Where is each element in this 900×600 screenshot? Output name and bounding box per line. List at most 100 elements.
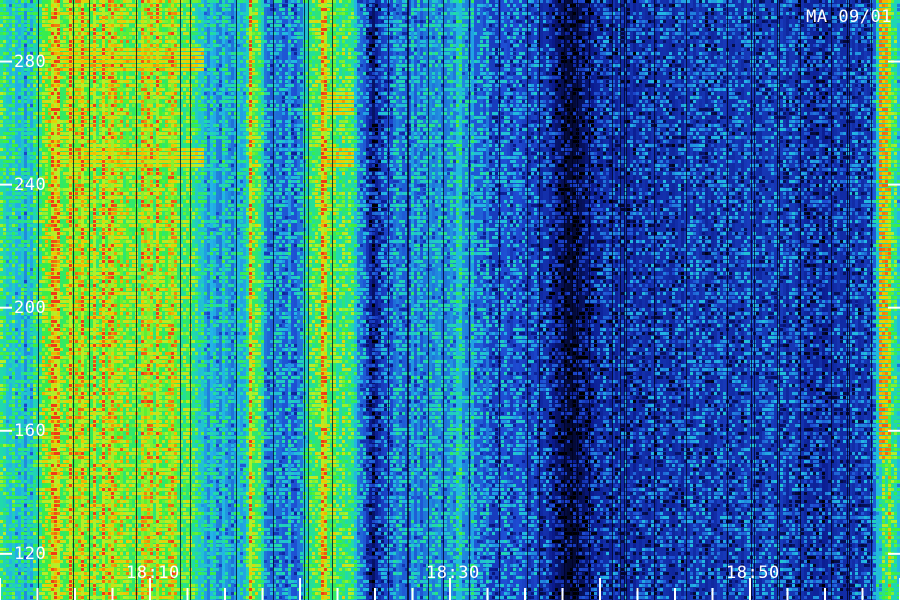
- spectrogram-cell: [6, 340, 9, 343]
- spectrogram-cell: [9, 360, 12, 363]
- spectrogram-cell: [6, 388, 9, 391]
- spectrogram-cell: [6, 40, 9, 43]
- spectrogram-cell: [54, 12, 57, 15]
- spectrogram-cell: [33, 248, 36, 251]
- spectrogram-cell: [6, 324, 9, 327]
- spectrogram-cell: [6, 196, 9, 199]
- spectrogram-cell: [42, 496, 45, 499]
- spectrogram-cell: [51, 412, 54, 415]
- spectrogram-cell: [9, 20, 12, 23]
- spectrogram-cell: [51, 372, 54, 375]
- spectrogram-cell: [48, 144, 51, 147]
- spectrogram-cell: [24, 24, 27, 27]
- spectrogram-cell: [45, 520, 48, 523]
- spectrogram-cell: [54, 196, 57, 199]
- spectrogram-cell: [48, 320, 51, 323]
- spectrogram-cell: [6, 548, 9, 551]
- spectrogram-cell: [27, 408, 30, 411]
- spectrogram-cell: [42, 456, 45, 459]
- spectrogram-cell: [6, 140, 9, 143]
- spectrogram-cell: [30, 212, 33, 215]
- spectrogram-cell: [3, 276, 6, 279]
- spectrogram-cell: [18, 4, 21, 7]
- spectrogram-cell: [9, 340, 12, 343]
- spectrogram-cell: [3, 444, 6, 447]
- spectrogram-cell: [9, 120, 12, 123]
- spectrogram-cell: [45, 392, 48, 395]
- spectrogram-cell: [39, 44, 42, 47]
- spectrogram-cell: [51, 200, 54, 203]
- spectrogram-cell: [0, 260, 3, 263]
- spectrogram-cell: [12, 480, 15, 483]
- spectrogram-cell: [54, 100, 57, 103]
- spectrogram-cell: [42, 236, 45, 239]
- spectrogram-cell: [24, 528, 27, 531]
- spectrogram-cell: [6, 16, 9, 19]
- spectrogram-cell: [18, 588, 21, 591]
- spectrogram-cell: [51, 16, 54, 19]
- spectrogram-cell: [54, 112, 57, 115]
- spectrogram-cell: [12, 596, 15, 599]
- spectrogram-cell: [6, 328, 9, 331]
- spectrogram-cell: [42, 492, 45, 495]
- spectrogram-cell: [27, 456, 30, 459]
- spectrogram-cell: [3, 296, 6, 299]
- spectrogram-cell: [45, 4, 48, 7]
- spectrogram-cell: [18, 272, 21, 275]
- spectrogram-cell: [3, 8, 6, 11]
- spectrogram-cell: [6, 248, 9, 251]
- spectrogram-cell: [48, 344, 51, 347]
- spectrogram-cell: [48, 472, 51, 475]
- spectrogram-cell: [0, 224, 3, 227]
- spectrogram-cell: [51, 404, 54, 407]
- spectrogram-cell: [15, 396, 18, 399]
- spectrogram-cell: [48, 196, 51, 199]
- spectrogram-cell: [51, 132, 54, 135]
- spectrogram-cell: [45, 104, 48, 107]
- spectrogram-cell: [51, 48, 54, 51]
- spectrogram-cell: [6, 596, 9, 599]
- spectrogram-cell: [51, 480, 54, 483]
- spectrogram-cell: [24, 128, 27, 131]
- spectrogram-cell: [21, 596, 24, 599]
- spectrogram-cell: [27, 152, 30, 155]
- spectrogram-cell: [39, 392, 42, 395]
- spectrogram-cell: [12, 148, 15, 151]
- spectrogram-cell: [54, 108, 57, 111]
- spectrogram-cell: [9, 404, 12, 407]
- spectrogram-cell: [51, 352, 54, 355]
- spectrogram-cell: [0, 336, 3, 339]
- spectrogram-cell: [30, 44, 33, 47]
- spectrogram-cell: [48, 48, 51, 51]
- spectrogram-cell: [9, 92, 12, 95]
- spectrogram-cell: [51, 388, 54, 391]
- spectrogram-cell: [18, 100, 21, 103]
- spectrogram-cell: [33, 364, 36, 367]
- spectrogram-cell: [0, 396, 3, 399]
- spectrogram-cell: [51, 476, 54, 479]
- spectrogram-cell: [51, 468, 54, 471]
- spectrogram-cell: [21, 20, 24, 23]
- spectrogram-cell: [24, 0, 27, 3]
- spectrogram-cell: [15, 216, 18, 219]
- spectrogram-cell: [33, 84, 36, 87]
- spectrogram-cell: [27, 352, 30, 355]
- spectrogram-cell: [6, 556, 9, 559]
- spectrogram-cell: [3, 352, 6, 355]
- spectrogram-cell: [0, 472, 3, 475]
- spectrogram-cell: [3, 232, 6, 235]
- spectrogram-cell: [3, 436, 6, 439]
- spectrogram-cell: [15, 256, 18, 259]
- spectrogram-cell: [12, 528, 15, 531]
- spectrogram-cell: [48, 304, 51, 307]
- spectrogram-cell: [21, 472, 24, 475]
- spectrogram-cell: [18, 208, 21, 211]
- spectrogram-cell: [27, 484, 30, 487]
- spectrogram-cell: [15, 472, 18, 475]
- spectrogram-cell: [18, 468, 21, 471]
- spectrogram-cell: [30, 588, 33, 591]
- spectrogram-cell: [51, 228, 54, 231]
- spectrogram-cell: [0, 156, 3, 159]
- spectrogram-cell: [30, 12, 33, 15]
- spectrogram-cell: [39, 512, 42, 515]
